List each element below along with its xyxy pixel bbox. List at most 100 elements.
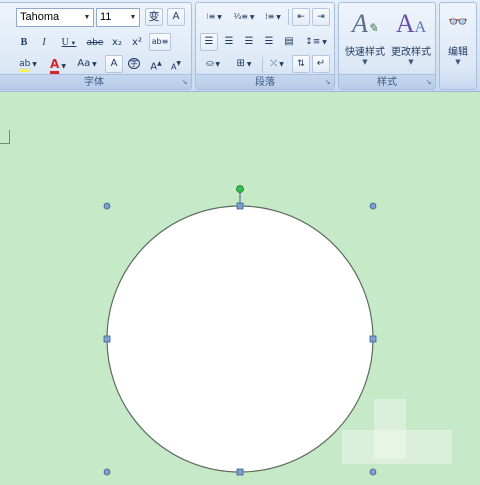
subscript-button[interactable]: x₂ (109, 34, 125, 52)
change-case-label: Aa (77, 58, 91, 69)
decrease-indent-button[interactable]: ⇤ (292, 8, 310, 26)
text-effect-icon: ab≡ (151, 37, 169, 46)
shading-dropdown-icon[interactable]: ▼ (214, 61, 220, 68)
change-case-button[interactable]: Aa ▼ (75, 55, 99, 73)
increase-indent-icon: ⇥ (317, 12, 325, 22)
quick-styles-label: 快速样式 (345, 47, 385, 58)
chinese-layout-dropdown-icon[interactable]: ▼ (277, 61, 284, 68)
borders-button[interactable]: ⊞ ▼ (228, 55, 260, 73)
increase-indent-button[interactable]: ⇥ (312, 8, 330, 26)
document-canvas[interactable] (0, 92, 480, 485)
styles-group: A✎ 快速样式 ▼ AA 更改样式 ▼ 样式 ↘ (338, 2, 436, 90)
resize-handle-bottom-right[interactable] (369, 468, 377, 476)
resize-handle-right[interactable] (369, 335, 377, 343)
align-center-button[interactable]: ☰ (220, 33, 238, 51)
multilevel-dropdown-icon[interactable]: ▼ (274, 14, 281, 21)
italic-button[interactable]: I (37, 34, 51, 52)
font-name-dropdown-icon[interactable]: ▼ (81, 9, 93, 26)
line-spacing-dropdown-icon[interactable]: ▼ (320, 39, 327, 46)
underline-dropdown-icon[interactable]: ▼ (69, 41, 76, 47)
resize-handle-top-left[interactable] (103, 202, 111, 210)
shading-icon: ⛀ (205, 59, 214, 69)
bullets-button[interactable]: ⁝≡ ▼ (200, 8, 228, 26)
editing-button[interactable]: 👓 编辑 ▼ (442, 7, 474, 75)
font-group: Tahoma ▼ 11 ▼ 变 A B I U ▼ abe x₂ x² ab≡ … (0, 2, 192, 90)
grow-font-icon: ▲ (157, 60, 162, 67)
resize-handle-top[interactable] (236, 202, 244, 210)
char-border-label: A (110, 58, 118, 69)
chinese-layout-button[interactable]: ⤫ ▼ (264, 55, 290, 73)
enclose-char-button[interactable]: 字 (125, 55, 143, 73)
circle-shape[interactable] (106, 205, 374, 473)
multilevel-list-button[interactable]: ⁞≡ ▼ (260, 8, 286, 26)
justify-icon: ☰ (264, 36, 274, 47)
phonetic-guide-button[interactable]: 变 (145, 8, 163, 26)
font-color-icon: A (50, 57, 60, 74)
underline-label: U (61, 37, 69, 48)
quick-styles-button[interactable]: A✎ 快速样式 ▼ (341, 7, 389, 75)
justify-button[interactable]: ☰ (260, 33, 278, 51)
separator (262, 57, 263, 73)
resize-handle-left[interactable] (103, 335, 111, 343)
line-spacing-button[interactable]: ↕≡ ▼ (302, 33, 330, 51)
font-dialog-launcher-icon[interactable]: ↘ (180, 78, 189, 87)
superscript-button[interactable]: x² (129, 34, 145, 52)
resize-handle-bottom[interactable] (236, 468, 244, 476)
separator (288, 9, 289, 25)
highlight-dropdown-icon[interactable]: ▼ (30, 61, 37, 68)
font-size-combo[interactable]: 11 ▼ (96, 8, 140, 27)
char-border-button[interactable]: A (105, 55, 123, 73)
change-styles-icon: AA (395, 9, 427, 38)
font-size-value: 11 (100, 11, 112, 23)
editing-dropdown-icon[interactable]: ▼ (442, 58, 474, 66)
decrease-indent-icon: ⇤ (297, 12, 305, 22)
change-styles-label: 更改样式 (391, 47, 431, 58)
align-left-button[interactable]: ☰ (200, 33, 218, 51)
highlight-button[interactable]: ab ▼ (15, 55, 41, 73)
editing-group: 👓 编辑 ▼ (439, 2, 477, 90)
distributed-button[interactable]: ▤ (280, 33, 298, 51)
font-name-combo[interactable]: Tahoma ▼ (16, 8, 94, 27)
phonetic-guide-icon: 变 (148, 10, 160, 23)
grow-font-button[interactable]: A▲ (147, 55, 165, 73)
shading-button[interactable]: ⛀ ▼ (200, 55, 226, 73)
quick-styles-dropdown-icon[interactable]: ▼ (341, 58, 389, 66)
line-spacing-icon: ↕≡ (305, 37, 321, 47)
bold-button[interactable]: B (17, 34, 31, 52)
paragraph-group-label: 段落 (196, 74, 334, 89)
underline-button[interactable]: U ▼ (57, 34, 81, 52)
text-effect-button[interactable]: ab≡ (149, 33, 171, 51)
styles-dialog-launcher-icon[interactable]: ↘ (424, 78, 433, 87)
font-name-value: Tahoma (20, 11, 60, 23)
distributed-icon: ▤ (284, 36, 294, 47)
multilevel-list-icon: ⁞≡ (265, 12, 275, 21)
change-styles-dropdown-icon[interactable]: ▼ (387, 58, 435, 66)
resize-handle-top-right[interactable] (369, 202, 377, 210)
align-right-button[interactable]: ☰ (240, 33, 258, 51)
bullets-dropdown-icon[interactable]: ▼ (215, 14, 222, 21)
font-size-dropdown-icon[interactable]: ▼ (127, 9, 139, 26)
borders-dropdown-icon[interactable]: ▼ (245, 61, 252, 68)
selected-circle-shape[interactable] (0, 92, 480, 485)
borders-icon: ⊞ (236, 58, 245, 69)
bold-label: B (20, 37, 28, 48)
clear-format-button[interactable]: A (167, 8, 185, 26)
change-styles-button[interactable]: AA 更改样式 ▼ (387, 7, 435, 75)
font-color-button[interactable]: A ▼ (45, 55, 71, 74)
show-marks-button[interactable]: ↵ (312, 55, 330, 73)
quick-styles-icon: A✎ (352, 9, 378, 38)
numbering-button[interactable]: ⅓≡ ▼ (230, 8, 258, 26)
change-case-dropdown-icon[interactable]: ▼ (90, 61, 97, 68)
superscript-label: x² (132, 37, 142, 48)
enclose-char-label: 字 (128, 58, 140, 69)
rotation-handle[interactable] (236, 185, 244, 193)
sort-button[interactable]: ⇅ (292, 55, 310, 73)
font-color-dropdown-icon[interactable]: ▼ (59, 63, 66, 70)
shrink-font-button[interactable]: A▼ (167, 55, 185, 73)
numbering-dropdown-icon[interactable]: ▼ (248, 14, 255, 21)
strikethrough-button[interactable]: abe (85, 34, 105, 52)
paragraph-group: ⁝≡ ▼ ⅓≡ ▼ ⁞≡ ▼ ⇤ ⇥ ☰ ☰ ☰ ☰ ▤ ↕≡ ▼ ⛀ ▼ ⊞ … (195, 2, 335, 90)
watermark-block (342, 430, 452, 464)
paragraph-dialog-launcher-icon[interactable]: ↘ (323, 78, 332, 87)
resize-handle-bottom-left[interactable] (103, 468, 111, 476)
